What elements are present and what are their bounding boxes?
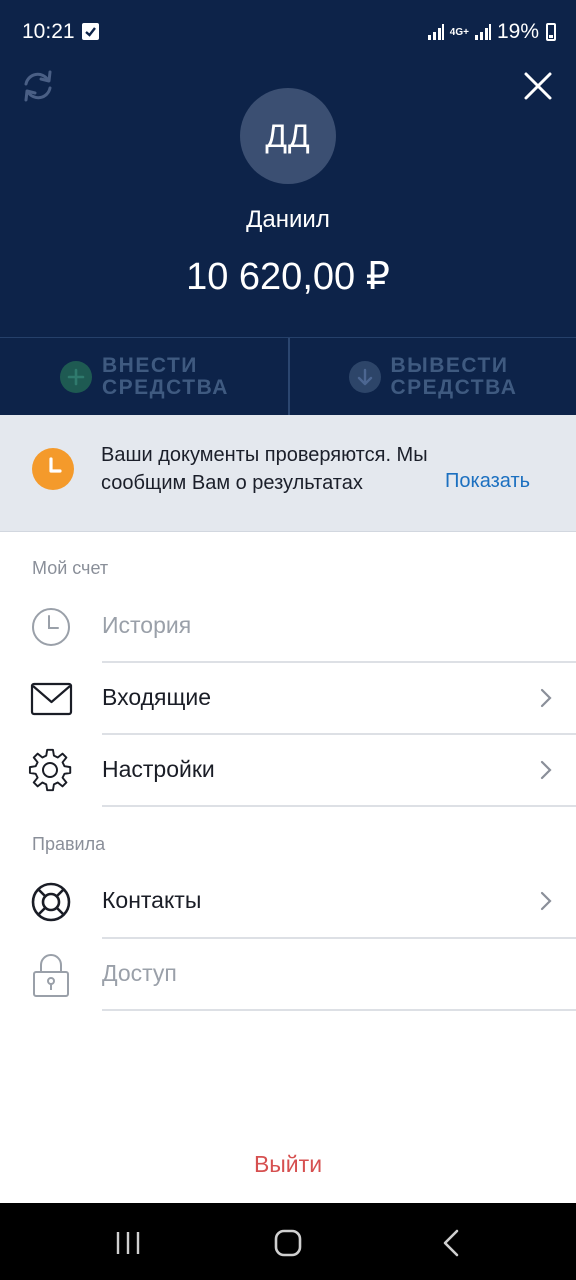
close-icon[interactable]: [518, 64, 558, 108]
menu-label-history: История: [102, 612, 192, 638]
menu-label-contacts: Контакты: [102, 887, 202, 913]
logout-button[interactable]: Выйти: [0, 1151, 576, 1178]
withdraw-label: ВЫВЕСТИ СРЕДСТВА: [390, 353, 518, 399]
battery-icon: [546, 23, 556, 41]
refresh-icon[interactable]: [16, 64, 60, 108]
deposit-label: ВНЕСТИ СРЕДСТВА: [102, 353, 229, 399]
status-bar: 10:21 4G+ 19%: [0, 0, 576, 64]
account-header: 10:21 4G+ 19% ДД Даниил 10 620,00 ₽ ВНЕС…: [0, 0, 576, 415]
section-title-rules: Правила: [32, 834, 106, 854]
menu-label-settings: Настройки: [102, 756, 215, 782]
clock-icon: [28, 604, 74, 650]
home-icon[interactable]: [268, 1227, 308, 1259]
divider: [102, 805, 576, 807]
clock-warning-icon: [32, 448, 74, 490]
arrow-down-icon: [348, 360, 381, 393]
envelope-icon: [28, 676, 74, 722]
chevron-right-icon: [538, 758, 554, 782]
signal-icon: [427, 24, 444, 40]
signal-icon-2: [474, 24, 491, 40]
status-indicators: 4G+ 19%: [427, 20, 556, 44]
recent-apps-icon[interactable]: [108, 1227, 148, 1259]
status-time: 10:21: [22, 20, 75, 43]
menu-item-history[interactable]: История: [0, 590, 576, 662]
battery-percent: 19%: [496, 20, 539, 43]
avatar[interactable]: ДД: [240, 88, 336, 184]
chevron-right-icon: [538, 686, 554, 710]
notice-text-fade: [405, 466, 445, 500]
user-name: Даниил: [246, 206, 330, 233]
menu-label-inbox: Входящие: [102, 684, 212, 710]
divider: [102, 1009, 576, 1011]
notice-text: Ваши документы проверяются. Мы сообщим В…: [101, 444, 428, 501]
action-bar: ВНЕСТИ СРЕДСТВА ВЫВЕСТИ СРЕДСТВА: [0, 337, 576, 415]
account-balance: 10 620,00 ₽: [186, 256, 390, 298]
show-notice-link[interactable]: Показать: [445, 470, 530, 493]
menu-item-inbox[interactable]: Входящие: [0, 662, 576, 734]
lifebuoy-icon: [28, 879, 74, 925]
gear-icon: [28, 748, 74, 794]
system-navigation-bar: [0, 1203, 576, 1280]
menu-item-contacts[interactable]: Контакты: [0, 865, 576, 937]
withdraw-button[interactable]: ВЫВЕСТИ СРЕДСТВА: [287, 338, 576, 415]
deposit-button[interactable]: ВНЕСТИ СРЕДСТВА: [0, 338, 288, 415]
menu-label-access: Доступ: [102, 960, 177, 986]
network-type: 4G+: [449, 26, 469, 38]
checkbox-notification-icon: [82, 23, 99, 40]
chevron-right-icon: [538, 889, 554, 913]
back-icon[interactable]: [432, 1227, 472, 1259]
lock-icon: [28, 952, 74, 998]
menu-item-access[interactable]: Доступ: [0, 938, 576, 1010]
section-title-account: Мой счет: [32, 558, 109, 578]
menu-item-settings[interactable]: Настройки: [0, 734, 576, 806]
plus-icon: [60, 360, 92, 393]
